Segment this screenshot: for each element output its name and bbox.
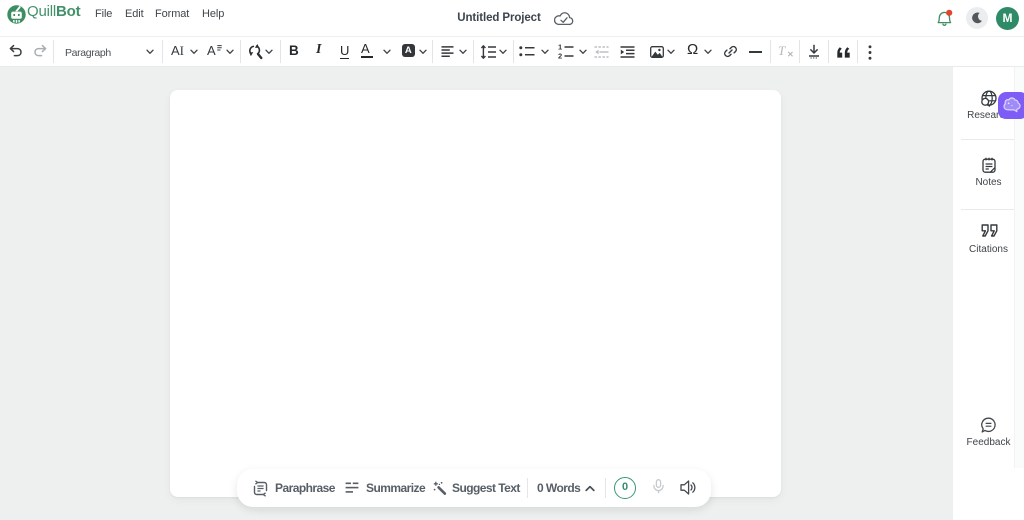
- svg-text:2: 2: [558, 52, 562, 59]
- svg-text:1: 1: [558, 44, 562, 52]
